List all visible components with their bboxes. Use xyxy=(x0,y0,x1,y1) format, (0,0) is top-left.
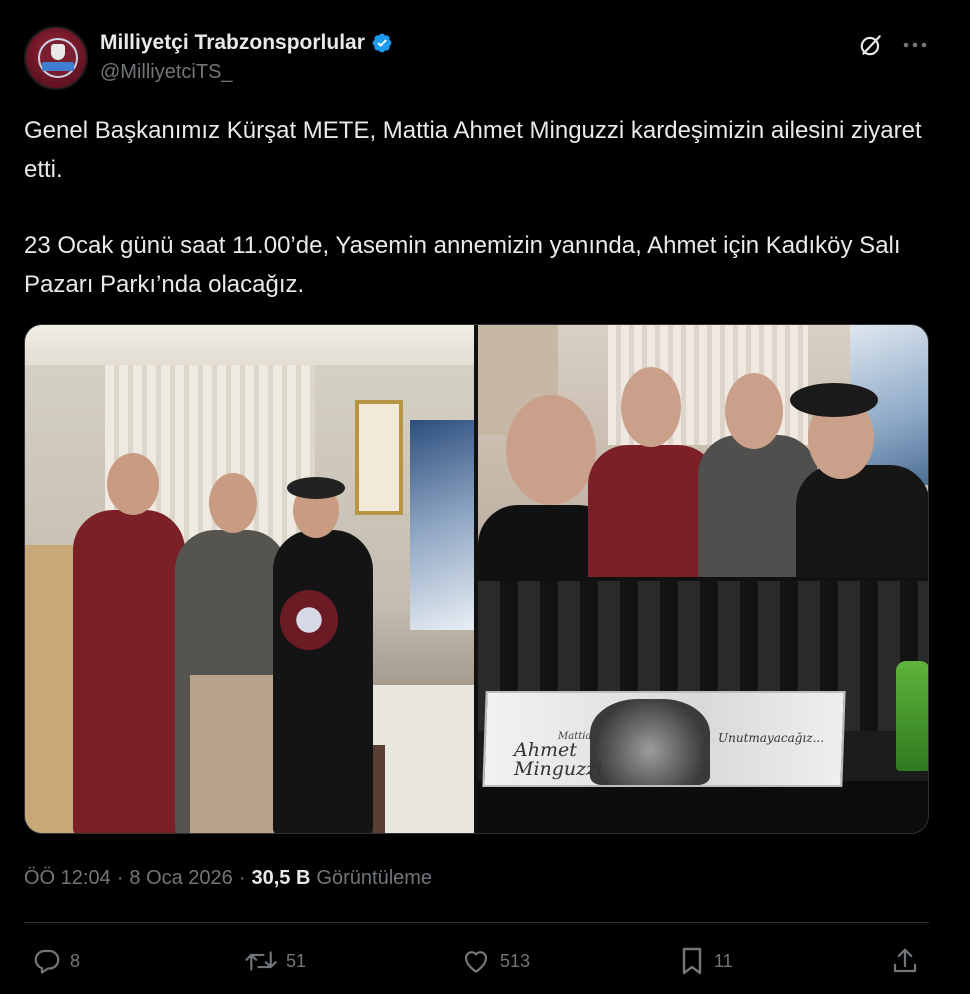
reply-count: 8 xyxy=(70,950,81,971)
tweet-text: Genel Başkanımız Kürşat METE, Mattia Ahm… xyxy=(24,112,924,304)
divider xyxy=(24,922,929,923)
author-handle[interactable]: @MilliyetciTS_ xyxy=(100,61,233,84)
reply-button[interactable]: 8 xyxy=(32,944,80,978)
plaque-last-name: Minguzzi xyxy=(514,758,603,780)
club-crest-icon xyxy=(51,44,65,60)
share-icon xyxy=(893,948,917,973)
photo-beret xyxy=(287,477,345,499)
photo-green-figure xyxy=(896,661,928,771)
heart-icon xyxy=(464,951,488,973)
bookmark-button[interactable]: 11 xyxy=(678,944,733,978)
media-grid: Mattia Ahmet Minguzzi Unutmayacağız... xyxy=(24,324,929,834)
photo-painting xyxy=(410,420,474,630)
photo-selfie-group[interactable] xyxy=(478,325,928,577)
photo-person xyxy=(73,510,185,833)
more-dots-icon xyxy=(903,42,927,48)
tweet-card: Milliyetçi Trabzonsporlular @MilliyetciT… xyxy=(0,0,970,994)
tweet-paragraph: Genel Başkanımız Kürşat METE, Mattia Ahm… xyxy=(24,117,922,183)
photo-person-head xyxy=(506,395,596,505)
photo-memorial-plaque[interactable]: Mattia Ahmet Minguzzi Unutmayacağız... xyxy=(478,581,928,833)
photo-person-head xyxy=(209,473,257,533)
verified-badge-icon[interactable] xyxy=(371,32,393,54)
photo-ceiling xyxy=(25,325,474,365)
share-button[interactable] xyxy=(890,944,920,978)
meta-separator: · xyxy=(116,866,124,889)
like-button[interactable]: 513 xyxy=(460,944,530,978)
tweet-date[interactable]: 8 Oca 2026 xyxy=(129,867,232,890)
author-name-row[interactable]: Milliyetçi Trabzonsporlular xyxy=(100,30,393,56)
photo-person xyxy=(273,530,373,833)
bookmark-icon xyxy=(682,947,702,975)
photo-framed-picture xyxy=(355,400,403,515)
views-count: 30,5 B xyxy=(251,866,311,889)
author-display-name[interactable]: Milliyetçi Trabzonsporlular xyxy=(100,31,365,55)
avatar-banner xyxy=(42,62,74,71)
memorial-portrait xyxy=(590,699,710,785)
tweet-meta: ÖÖ 12:04 · 8 Oca 2026 · 30,5 B Görüntüle… xyxy=(24,864,432,892)
grok-icon xyxy=(860,35,881,56)
retweet-icon xyxy=(245,951,277,971)
tweet-time[interactable]: ÖÖ 12:04 xyxy=(24,867,111,890)
photo-beret xyxy=(790,383,878,417)
grok-button[interactable] xyxy=(856,30,886,60)
photo-person-head xyxy=(621,367,681,447)
photo-visit-group[interactable] xyxy=(25,325,474,833)
tweet-paragraph: 23 Ocak günü saat 11.00’de, Yasemin anne… xyxy=(24,232,901,298)
photo-person-head xyxy=(107,453,159,515)
photo-flower-bouquet xyxy=(280,590,338,650)
views-label: Görüntüleme xyxy=(316,866,433,889)
reply-icon xyxy=(34,949,60,974)
bookmark-count: 11 xyxy=(714,950,733,971)
photo-person-trousers xyxy=(190,675,276,833)
photo-person xyxy=(796,465,928,577)
plaque-full-name: Ahmet Minguzzi xyxy=(514,741,602,779)
meta-separator: · xyxy=(238,866,246,889)
photo-table xyxy=(478,781,928,833)
like-count: 513 xyxy=(500,950,531,971)
author-avatar[interactable] xyxy=(24,26,88,90)
retweet-count: 51 xyxy=(286,950,307,971)
retweet-button[interactable]: 51 xyxy=(244,944,306,978)
plaque-caption: Unutmayacağız... xyxy=(718,731,825,745)
photo-person-head xyxy=(725,373,783,449)
more-options-button[interactable] xyxy=(898,30,932,60)
